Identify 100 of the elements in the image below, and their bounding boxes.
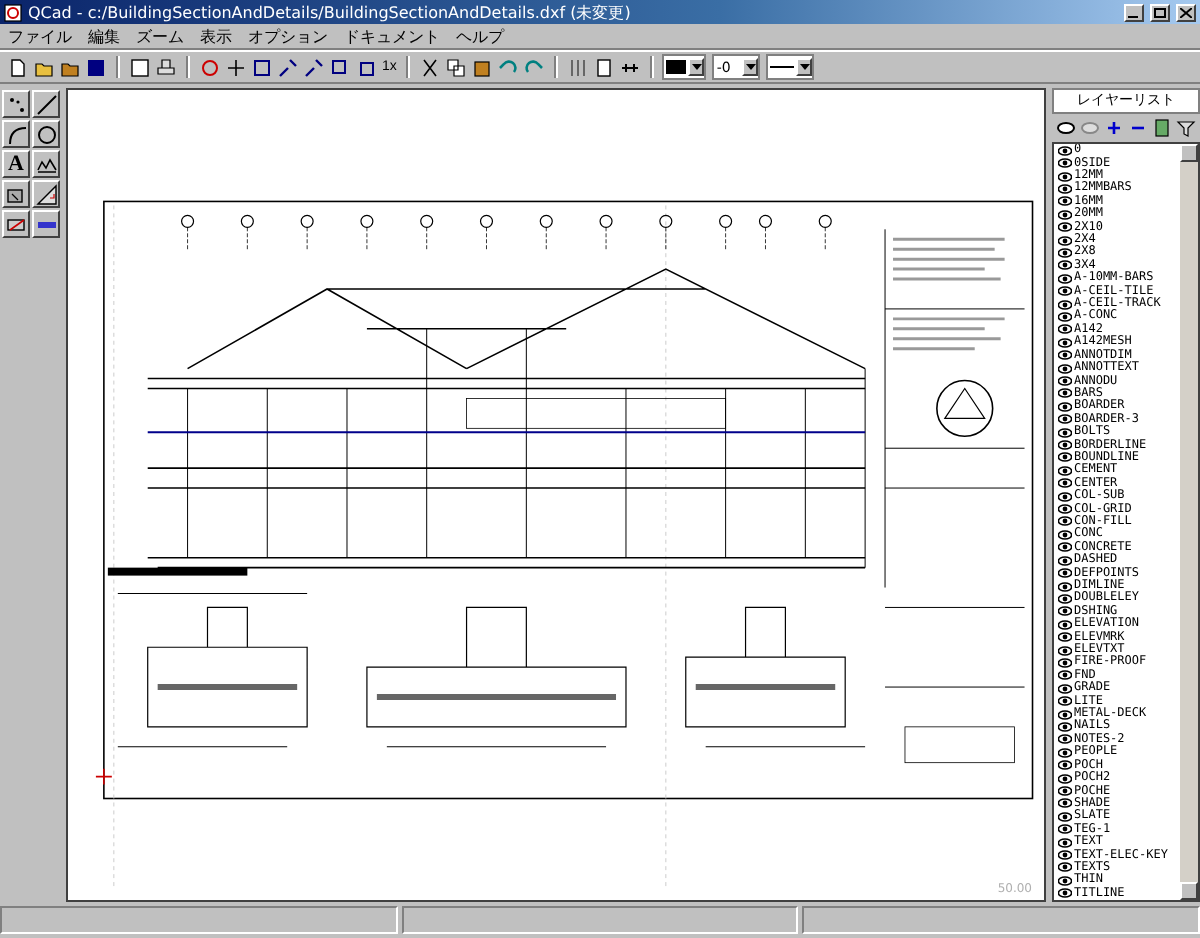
eye-icon[interactable] [1058, 850, 1072, 861]
eye-icon[interactable] [1058, 798, 1072, 809]
eye-icon[interactable] [1058, 311, 1072, 322]
eye-icon[interactable] [1058, 145, 1072, 156]
eye-icon[interactable] [1058, 504, 1072, 515]
eye-icon[interactable] [1058, 696, 1072, 707]
menu-item[interactable]: オプション [248, 25, 328, 47]
cut-icon[interactable] [418, 55, 443, 79]
eye-icon[interactable] [1058, 568, 1072, 579]
eye-icon[interactable] [1058, 581, 1072, 592]
eye-icon[interactable] [1058, 337, 1072, 348]
new-file-icon[interactable] [6, 55, 30, 79]
eye-icon[interactable] [1058, 529, 1072, 540]
eye-icon[interactable] [1058, 350, 1072, 361]
measure-tool-button[interactable] [32, 180, 60, 208]
eye-icon[interactable] [1058, 606, 1072, 617]
menu-item[interactable]: 編集 [88, 25, 120, 47]
eye-icon[interactable] [1058, 645, 1072, 656]
eye-icon[interactable] [1058, 452, 1072, 463]
edit-tool-button[interactable] [32, 210, 60, 238]
eye-icon[interactable] [1058, 299, 1072, 310]
eye-icon[interactable] [1058, 773, 1072, 784]
eye-icon[interactable] [1058, 478, 1072, 489]
point-tool-button[interactable] [2, 90, 30, 118]
eye-icon[interactable] [1058, 465, 1072, 476]
eye-icon[interactable] [1058, 222, 1072, 233]
eye-icon[interactable] [1058, 875, 1072, 886]
eye-icon[interactable] [1058, 388, 1072, 399]
eye-icon[interactable] [1058, 363, 1072, 374]
eye-icon[interactable] [1058, 427, 1072, 438]
page-icon[interactable] [592, 55, 617, 79]
eye-icon[interactable] [1058, 196, 1072, 207]
menu-item[interactable]: ドキュメント [344, 25, 440, 47]
eye-icon[interactable] [1058, 171, 1072, 182]
menu-item[interactable]: 表示 [200, 25, 232, 47]
eye-icon[interactable] [1058, 888, 1072, 899]
maximize-button[interactable] [1150, 3, 1170, 21]
text-tool-button[interactable]: A [2, 150, 30, 178]
eye-icon[interactable] [1058, 632, 1072, 643]
add-icon[interactable] [1102, 116, 1126, 140]
scroll-up-icon[interactable] [1180, 144, 1198, 162]
eye-icon[interactable] [1058, 709, 1072, 720]
print-icon[interactable] [154, 55, 178, 79]
line-type-dropdown[interactable] [766, 54, 815, 80]
dropdown-arrow-icon[interactable] [796, 58, 813, 76]
erase-tool-button[interactable] [2, 210, 30, 238]
eye-icon[interactable] [1058, 824, 1072, 835]
paste-icon[interactable] [470, 55, 495, 79]
dimension-tool-button[interactable] [32, 150, 60, 178]
zoom-window-icon[interactable] [250, 55, 274, 79]
eye-icon[interactable] [1058, 247, 1072, 258]
eye-icon[interactable] [1058, 760, 1072, 771]
eye-icon[interactable] [1058, 593, 1072, 604]
eye-icon[interactable] [1058, 235, 1072, 246]
crosshair-icon[interactable] [224, 55, 248, 79]
eye-icon[interactable] [1058, 542, 1072, 553]
eye-icon[interactable] [1058, 491, 1072, 502]
eye-icon[interactable] [1058, 209, 1072, 220]
circle-tool-button[interactable] [32, 120, 60, 148]
eye-icon[interactable] [1058, 657, 1072, 668]
minimize-button[interactable] [1124, 3, 1144, 21]
eye-icon[interactable] [1058, 734, 1072, 745]
eye-icon[interactable] [1058, 260, 1072, 271]
eye-icon[interactable] [1058, 555, 1072, 566]
eye-icon[interactable] [1058, 683, 1072, 694]
eye-icon[interactable] [1058, 747, 1072, 758]
close-button[interactable] [1176, 3, 1196, 21]
eye-icon[interactable] [1058, 721, 1072, 732]
eye-icon[interactable] [1058, 440, 1072, 451]
hatch-tool-button[interactable] [2, 180, 30, 208]
eye-icon[interactable] [1058, 183, 1072, 194]
eye-icon[interactable] [1058, 837, 1072, 848]
eye-icon[interactable] [1058, 273, 1072, 284]
eye-icon[interactable] [1058, 619, 1072, 630]
menu-item[interactable]: ズーム [136, 25, 184, 47]
eye-icon[interactable] [1058, 286, 1072, 297]
color-dropdown[interactable] [662, 54, 707, 80]
line-icon [35, 93, 57, 115]
eye-icon[interactable] [1058, 786, 1072, 797]
eye-icon[interactable] [1058, 862, 1072, 873]
arc-tool-button[interactable] [2, 120, 30, 148]
menu-item[interactable]: ヘルプ [456, 25, 504, 47]
eye-icon[interactable] [1058, 401, 1072, 412]
eye-icon[interactable] [1058, 158, 1072, 169]
dropdown-arrow-icon[interactable] [742, 58, 759, 76]
dropdown-arrow-icon[interactable] [688, 58, 705, 76]
eye-icon[interactable] [1058, 516, 1072, 527]
print-preview-icon[interactable] [128, 55, 152, 79]
copy-icon[interactable] [444, 55, 469, 79]
eye-icon[interactable] [1058, 414, 1072, 425]
line-tool-button[interactable] [32, 90, 60, 118]
filter-icon[interactable] [1175, 116, 1199, 140]
eye-icon[interactable] [1058, 376, 1072, 387]
eye-icon[interactable] [1058, 324, 1072, 335]
show-all-icon[interactable] [1054, 116, 1077, 140]
menu-item[interactable]: ファイル [8, 25, 72, 47]
eye-icon[interactable] [1058, 811, 1072, 822]
scroll-down-icon[interactable] [1180, 882, 1198, 900]
eye-icon[interactable] [1058, 670, 1072, 681]
scrollbar[interactable] [1180, 144, 1198, 900]
